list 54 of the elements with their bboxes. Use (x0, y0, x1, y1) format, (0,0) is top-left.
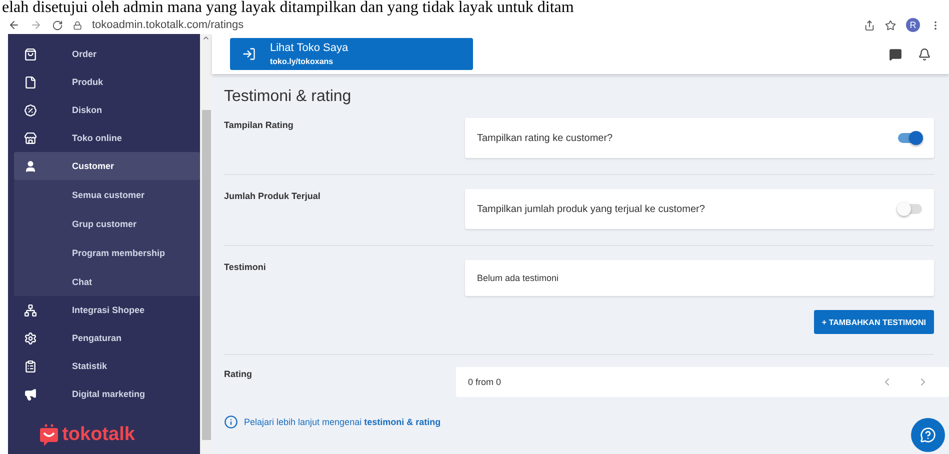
megaphone-icon (24, 388, 37, 400)
sidebar-item[interactable]: Customer (14, 152, 200, 180)
back-icon[interactable] (8, 19, 20, 31)
enter-icon (242, 47, 256, 61)
section-label: Testimoni (224, 261, 267, 274)
section-label: Tampilan Rating (224, 119, 294, 132)
file-icon (24, 76, 37, 88)
bag-icon (24, 48, 37, 60)
sidebar-subitem[interactable]: Program membership (14, 238, 200, 267)
sidebar-item[interactable]: Integrasi Shopee (14, 296, 200, 324)
learn-more-link[interactable]: Pelajari lebih lanjut mengenai testimoni & rating (244, 417, 441, 427)
toggle-question: Tampilkan rating ke customer? (477, 132, 614, 144)
scroll-up-icon[interactable] (202, 34, 210, 42)
empty-text: Belum ada testimoni (477, 273, 559, 283)
scrollbar[interactable] (200, 34, 212, 454)
store-icon (24, 132, 37, 144)
lock-icon (73, 20, 82, 30)
discount-icon (24, 104, 37, 116)
sidebar-subitem[interactable]: Chat (14, 267, 200, 296)
toggle-switch[interactable] (898, 204, 922, 214)
sidebar-item[interactable]: Toko online (14, 124, 200, 152)
sidebar-subitem[interactable]: Semua customer (14, 180, 200, 209)
profile-avatar[interactable]: R (906, 18, 920, 32)
sidebar-subitem[interactable]: Grup customer (14, 209, 200, 238)
logo-icon (39, 424, 60, 446)
sidebar-item[interactable]: Produk (14, 68, 200, 96)
toggle-switch[interactable] (898, 133, 922, 143)
settings-icon (24, 332, 37, 344)
sidebar-item[interactable]: Pengaturan (14, 324, 200, 352)
logo-text: tokotalk (62, 424, 135, 446)
add-testimonial-button[interactable]: + TAMBAHKAN TESTIMONI (814, 310, 934, 334)
toggle-question: Tampilkan jumlah produk yang terjual ke customer? (477, 204, 706, 214)
notification-icon[interactable] (918, 48, 931, 60)
sidebar-item[interactable]: Digital marketing (14, 380, 200, 408)
sidebar-item[interactable]: Diskon (14, 96, 200, 124)
clipboard-icon (24, 360, 37, 372)
person-icon (24, 160, 37, 172)
bookmark-icon[interactable] (885, 20, 896, 30)
address-bar[interactable]: tokoadmin.tokotalk.com/ratings (92, 19, 854, 31)
sidebar-item[interactable]: Statistik (14, 352, 200, 380)
chat-icon[interactable] (889, 48, 902, 60)
help-chat-button[interactable] (911, 418, 945, 452)
reload-icon[interactable] (52, 20, 63, 30)
help-icon (920, 427, 936, 443)
rating-count: 0 from 0 (468, 377, 502, 387)
page-title: Testimoni & rating (224, 88, 352, 106)
section-label: Rating (224, 368, 253, 381)
view-store-button[interactable]: Lihat Toko Saya toko.ly/tokoxans (230, 38, 473, 70)
section-label: Jumlah Produk Terjual (224, 190, 322, 203)
sidebar-item[interactable]: Order (14, 40, 200, 68)
info-icon (224, 415, 238, 429)
share-icon[interactable] (864, 20, 875, 30)
hierarchy-icon (24, 304, 37, 316)
document-text: elah disetujui oleh admin mana yang layak ditampilkan dan yang tidak layak untuk ditam (1, 0, 575, 16)
